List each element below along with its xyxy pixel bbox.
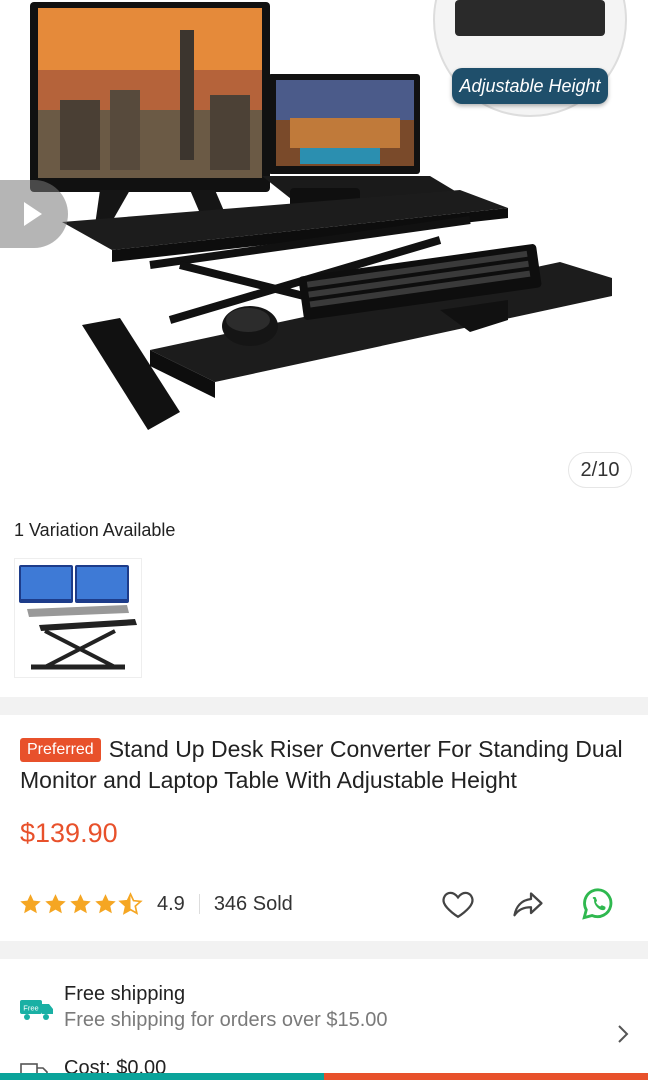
section-divider [0,941,648,959]
share-button[interactable] [508,884,548,924]
star-icon [70,893,91,913]
variation-thumbnail[interactable] [14,558,142,678]
shipping-title: Free shipping [64,983,186,1005]
play-video-button[interactable] [0,180,68,248]
product-image-gallery[interactable]: Adjustable Height 2/10 [0,0,648,505]
bottom-action-bar-left[interactable] [0,1073,324,1080]
variation-label: 1 Variation Available [14,520,176,540]
star-icon [95,893,116,913]
whatsapp-share-button[interactable] [578,884,618,924]
adjustable-height-badge: Adjustable Height [452,68,608,104]
rating-separator [198,894,200,914]
bottom-action-bar-right[interactable] [324,1073,648,1080]
section-divider [0,697,648,715]
half-star-icon [118,891,143,915]
product-title: Stand Up Desk Riser Converter For Standi… [20,736,623,793]
rating-value: 4.9 [157,892,185,915]
star-icon [45,893,66,913]
free-shipping-icon: Free [18,996,54,1022]
shipping-subtitle: Free shipping for orders over $15.00 [64,1009,388,1031]
product-title-block: Preferred Stand Up Desk Riser Converter F… [20,734,632,796]
sold-count: 346 Sold [213,892,293,915]
rating-stars [18,891,143,917]
product-price: $139.90 [20,818,118,848]
free-icon-label: Free [23,1004,38,1013]
whatsapp-icon [582,888,613,920]
rating-row: 4.9 346 Sold [18,884,293,924]
image-counter: 2/10 [568,452,632,488]
heart-icon [442,891,474,919]
chevron-right-icon [618,1025,629,1043]
like-button[interactable] [438,884,478,924]
star-icon [20,893,41,913]
shipping-details-chevron[interactable] [612,1022,634,1046]
share-icon [513,892,543,917]
variation-thumbnail-image [19,565,137,670]
play-icon [24,202,42,226]
preferred-badge: Preferred [20,738,101,762]
